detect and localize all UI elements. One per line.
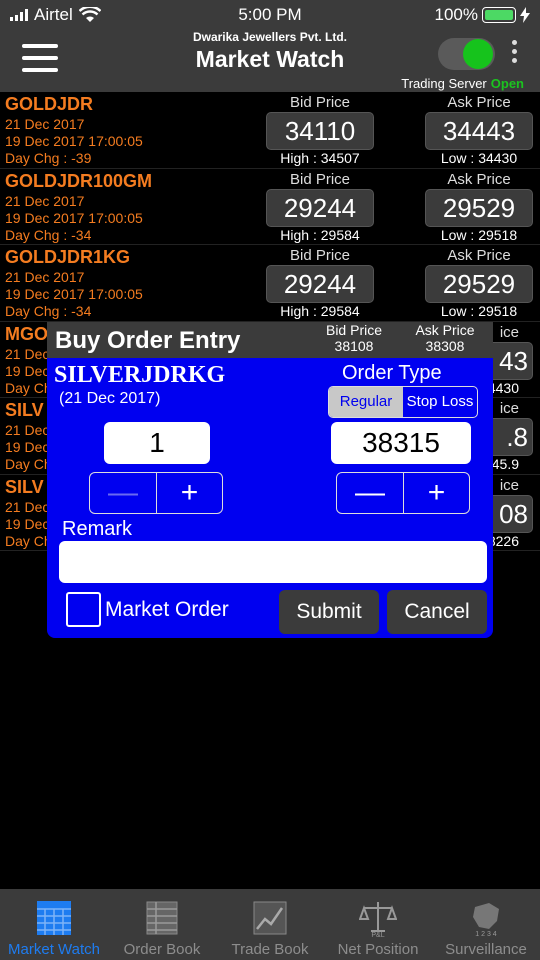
day-change: Day Chg : -34 — [5, 303, 92, 319]
symbol: GOLDJDR100GM — [5, 170, 153, 191]
high-value: High : 34507 — [280, 150, 360, 166]
bid-price-button[interactable]: 29244 — [266, 188, 374, 227]
ask-price-button[interactable]: 29529 — [425, 265, 533, 303]
charging-icon — [520, 7, 530, 23]
high-value: High : 29584 — [280, 303, 360, 319]
status-bar: Airtel 5:00 PM 100% — [0, 0, 540, 30]
quantity-field[interactable]: 1 — [104, 422, 210, 464]
tab-trade-book[interactable]: Trade Book — [216, 889, 324, 960]
tab-net-position[interactable]: P&L Net Position — [324, 889, 432, 960]
cancel-button[interactable]: Cancel — [387, 590, 487, 634]
more-icon[interactable] — [512, 40, 517, 63]
market-row[interactable]: GOLDJDR 21 Dec 2017 19 Dec 2017 17:00:05… — [0, 92, 540, 169]
low-value: Low : 29518 — [440, 226, 518, 243]
map-icon: 1 2 3 4 — [473, 903, 499, 937]
tab-market-watch[interactable]: Market Watch — [0, 889, 108, 960]
bid-label: Bid Price — [289, 170, 351, 188]
order-symbol: SILVERJDRKG — [54, 362, 226, 388]
ask-price-button[interactable]: 29529 — [425, 188, 533, 227]
symbol: GOLDJDR1KG — [5, 247, 131, 267]
symbol: SILV — [5, 476, 44, 497]
updated-time: 19 Dec 2017 17:00:05 — [5, 286, 143, 302]
grid-icon — [37, 901, 71, 935]
scale-icon: P&L — [359, 902, 397, 937]
order-type-selector: Regular Stop Loss — [328, 386, 478, 418]
battery-icon — [482, 7, 516, 23]
low-value: Low : 29518 — [440, 303, 518, 319]
dialog-bid-value: 38108 — [334, 338, 374, 354]
market-row[interactable]: GOLDJDR1KG 21 Dec 2017 19 Dec 2017 17:00… — [0, 245, 540, 322]
order-type-stop-loss[interactable]: Stop Loss — [403, 387, 477, 417]
dialog-ask: Ask Price 38308 — [405, 322, 485, 354]
bid-label: Bid Price — [289, 94, 351, 111]
updated-time: 19 Dec 2017 17:00:05 — [5, 133, 143, 149]
market-order-label: Market Order — [105, 598, 229, 621]
quantity-plus-button[interactable]: + — [156, 473, 222, 513]
tab-surveillance[interactable]: 1 2 3 4 Surveillance — [432, 889, 540, 960]
order-dialog-header: Buy Order Entry Bid Price 38108 Ask Pric… — [47, 322, 493, 358]
day-change: Day Ch — [5, 379, 52, 396]
day-change: Day Ch — [5, 456, 52, 472]
ask-label: Ask Price — [447, 247, 511, 264]
expiry: 21 Dec — [5, 345, 50, 362]
ask-label: Ask Price — [447, 170, 511, 188]
remark-label: Remark — [62, 518, 133, 540]
dialog-title: Buy Order Entry — [55, 327, 241, 354]
quantity-stepper: — + — [89, 472, 223, 514]
remark-input[interactable] — [59, 541, 487, 583]
low-value: Low : 34430 — [440, 150, 518, 166]
updated-time: 19 Dec — [5, 362, 50, 379]
ask-label: Ask Price — [447, 94, 511, 111]
server-status: Trading Server Open — [401, 76, 524, 91]
dialog-ask-value: 38308 — [425, 338, 465, 354]
book-icon — [146, 901, 178, 935]
expiry: 21 Dec 2017 — [5, 269, 85, 285]
symbol: GOLDJDR — [5, 94, 94, 114]
tab-bar: Market Watch Order Book Trade Book P&L N… — [0, 889, 540, 960]
updated-time: 19 Dec — [5, 515, 50, 532]
bid-label: Bid Price — [289, 247, 351, 264]
symbol: SILV — [5, 400, 44, 420]
battery-percent: 100% — [434, 5, 478, 24]
header: Dwarika Jewellers Pvt. Ltd. Market Watch… — [0, 30, 540, 92]
tab-order-book[interactable]: Order Book — [108, 889, 216, 960]
price-stepper: — + — [336, 472, 470, 514]
expiry: 21 Dec — [5, 498, 50, 515]
high-value: High : 29584 — [280, 226, 360, 243]
day-change: Day Chg : -34 — [5, 226, 92, 243]
expiry: 21 Dec — [5, 422, 50, 438]
svg-text:1 2 3 4: 1 2 3 4 — [475, 931, 497, 937]
day-change: Day Chg : -39 — [5, 150, 92, 166]
quantity-minus-button[interactable]: — — [90, 473, 156, 513]
bid-price-button[interactable]: 34110 — [266, 112, 374, 150]
updated-time: 19 Dec 2017 17:00:05 — [5, 209, 143, 226]
order-dialog: SILVERJDRKG (21 Dec 2017) Order Type Reg… — [47, 358, 493, 638]
order-type-regular[interactable]: Regular — [329, 387, 403, 417]
day-change: Day Ch — [5, 532, 52, 549]
svg-text:P&L: P&L — [371, 932, 384, 937]
updated-time: 19 Dec — [5, 439, 50, 455]
bid-price-button[interactable]: 29244 — [266, 265, 374, 303]
server-open-label: Open — [490, 76, 524, 91]
price-field[interactable]: 38315 — [331, 422, 471, 464]
server-toggle[interactable] — [438, 38, 495, 70]
price-minus-button[interactable]: — — [337, 473, 403, 513]
order-expiry: (21 Dec 2017) — [59, 390, 161, 407]
dialog-bid: Bid Price 38108 — [314, 322, 394, 354]
chart-icon — [253, 901, 287, 935]
market-order-checkbox[interactable] — [66, 592, 101, 627]
expiry: 21 Dec 2017 — [5, 192, 85, 209]
order-type-label: Order Type — [342, 362, 442, 384]
submit-button[interactable]: Submit — [279, 590, 379, 634]
price-plus-button[interactable]: + — [403, 473, 469, 513]
market-row[interactable]: GOLDJDR100GM 21 Dec 2017 19 Dec 2017 17:… — [0, 169, 540, 245]
expiry: 21 Dec 2017 — [5, 116, 85, 132]
ask-price-button[interactable]: 34443 — [425, 112, 533, 150]
symbol: MGO — [5, 323, 48, 344]
